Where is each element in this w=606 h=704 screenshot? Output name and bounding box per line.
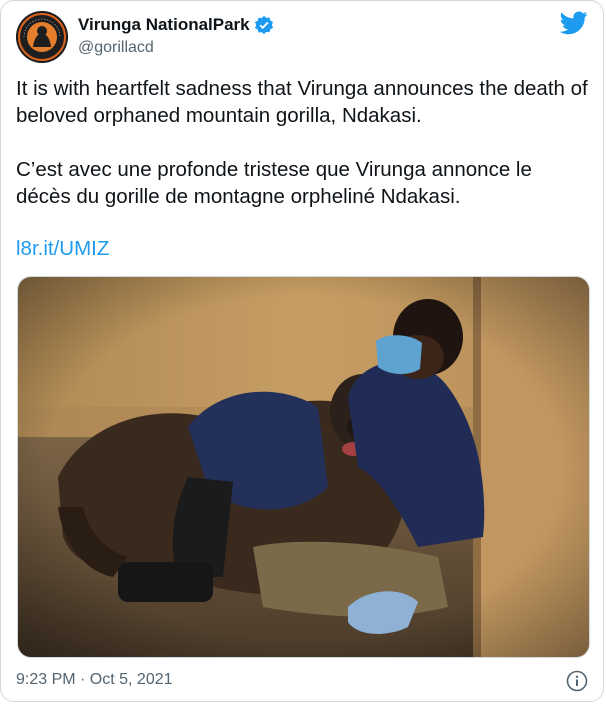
tweet-timestamp[interactable]: 9:23 PM · Oct 5, 2021 <box>16 671 173 689</box>
info-icon[interactable] <box>566 670 588 692</box>
tweet-paragraph-french: C’est avec une profonde tristese que Vir… <box>16 158 532 208</box>
avatar[interactable] <box>16 11 68 63</box>
tweet-link[interactable]: l8r.it/UMIZ <box>16 237 109 261</box>
virunga-logo-icon <box>16 11 68 63</box>
tweet-card: Virunga NationalPark @gorillacd It is wi… <box>0 0 604 702</box>
verified-badge-icon <box>254 15 274 35</box>
name-row: Virunga NationalPark <box>78 15 274 35</box>
tweet-photo[interactable] <box>17 276 590 658</box>
twitter-bird-icon[interactable] <box>559 11 588 35</box>
account-handle[interactable]: @gorillacd <box>78 39 154 57</box>
tweet-paragraph-english: It is with heartfelt sadness that Virung… <box>16 77 588 127</box>
ranger-with-gorilla-photo <box>18 277 589 657</box>
tweet-text: It is with heartfelt sadness that Virung… <box>16 75 591 237</box>
account-name[interactable]: Virunga NationalPark <box>78 15 250 35</box>
tweet-header: Virunga NationalPark @gorillacd <box>16 11 588 63</box>
